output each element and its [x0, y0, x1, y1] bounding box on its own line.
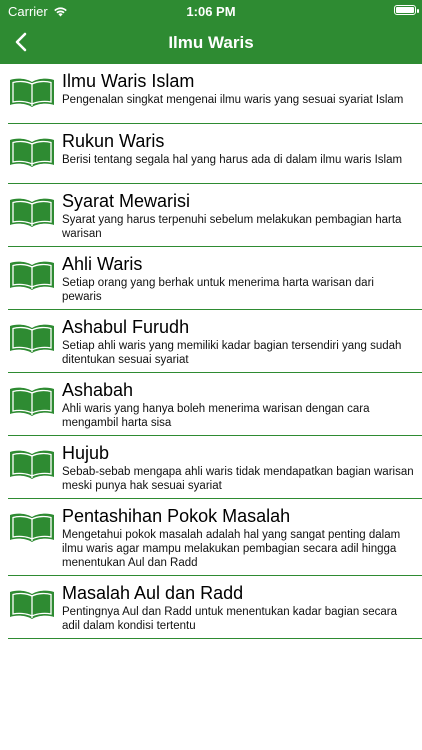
book-icon	[10, 513, 54, 542]
item-description: Berisi tentang segala hal yang harus ada…	[62, 154, 403, 166]
item-description: Setiap ahli waris yang memiliki kadar ba…	[62, 340, 402, 366]
book-icon	[10, 450, 54, 479]
item-description: Pengenalan singkat mengenai ilmu waris y…	[62, 94, 404, 106]
item-description: Syarat yang harus terpenuhi sebelum mela…	[62, 214, 402, 240]
item-title: Syarat Mewarisi	[62, 191, 191, 211]
list-item[interactable]: Hujub Sebab-sebab mengapa ahli waris tid…	[8, 436, 422, 499]
item-title: Hujub	[62, 443, 110, 463]
book-icon	[10, 261, 54, 290]
top-bar: Carrier 1:06 PM Ilmu Waris	[0, 0, 422, 64]
item-title: Ashabul Furudh	[62, 317, 190, 337]
item-title: Ilmu Waris Islam	[62, 71, 195, 91]
book-icon	[10, 324, 54, 353]
item-title: Ahli Waris	[62, 254, 143, 274]
item-title: Rukun Waris	[62, 131, 165, 151]
list-item[interactable]: Masalah Aul dan Radd Pentingnya Aul dan …	[8, 576, 422, 639]
item-description: Pentingnya Aul dan Radd untuk menentukan…	[62, 606, 398, 632]
list-item[interactable]: Ashabul Furudh Setiap ahli waris yang me…	[8, 310, 422, 373]
battery-icon	[394, 5, 419, 15]
item-description: Setiap orang yang berhak untuk menerima …	[62, 277, 374, 303]
item-title: Pentashihan Pokok Masalah	[62, 506, 291, 526]
book-icon	[10, 198, 54, 227]
book-icon	[10, 138, 54, 167]
book-icon	[10, 78, 54, 107]
list-item[interactable]: Syarat Mewarisi Syarat yang harus terpen…	[8, 184, 422, 247]
list-item[interactable]: Pentashihan Pokok Masalah Mengetahui pok…	[8, 499, 422, 576]
item-description: Ahli waris yang hanya boleh menerima war…	[62, 403, 370, 429]
page-title: Ilmu Waris	[168, 33, 254, 52]
item-title: Masalah Aul dan Radd	[62, 583, 244, 603]
book-icon	[10, 387, 54, 416]
status-time: 1:06 PM	[186, 4, 236, 19]
nav-bar: Ilmu Waris	[0, 22, 422, 64]
list-item[interactable]: Ilmu Waris Islam Pengenalan singkat meng…	[8, 64, 422, 124]
topic-list: Ilmu Waris Islam Pengenalan singkat meng…	[0, 64, 422, 639]
book-icon	[10, 590, 54, 619]
list-item[interactable]: Ashabah Ahli waris yang hanya boleh mene…	[8, 373, 422, 436]
status-bar: Carrier 1:06 PM	[0, 0, 422, 22]
item-description: Sebab-sebab mengapa ahli waris tidak men…	[62, 466, 414, 492]
item-title: Ashabah	[62, 380, 134, 400]
item-description: Mengetahui pokok masalah adalah hal yang…	[62, 529, 401, 569]
list-item[interactable]: Rukun Waris Berisi tentang segala hal ya…	[8, 124, 422, 184]
list-item[interactable]: Ahli Waris Setiap orang yang berhak untu…	[8, 247, 422, 310]
